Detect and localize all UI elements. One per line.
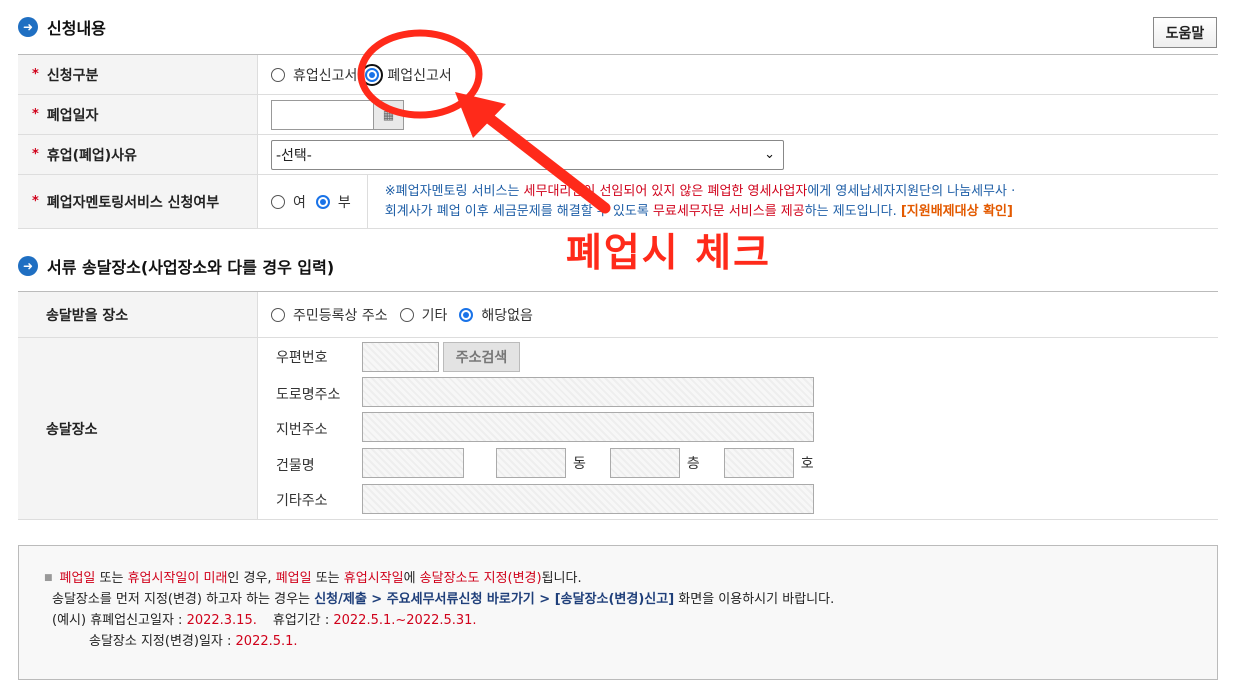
row-mentoring: * 폐업자멘토링서비스 신청여부 여 부 ※폐업자멘토링 서비스는 세무대리인이 … xyxy=(18,175,1218,229)
building-name-input[interactable] xyxy=(362,448,464,478)
road-address-label: 도로명주소 xyxy=(276,387,341,403)
bullet-icon: ■ xyxy=(44,573,53,583)
ho-input[interactable] xyxy=(723,448,794,478)
exclusion-check-link[interactable]: [지원배제대상 확인] xyxy=(901,204,1013,219)
radio-suspension-report[interactable]: 휴업신고서 xyxy=(271,65,357,85)
info-box: ■ 폐업일 또는 휴업시작일이 미래인 경우, 폐업일 또는 휴업시작일에 송달장… xyxy=(18,545,1218,680)
closure-date-input[interactable] xyxy=(271,99,374,130)
application-table: * 신청구분 휴업신고서 폐업신고서 * 폐업일자 ▦ * 휴업(폐업)사유 -선택-… xyxy=(18,54,1218,229)
building-label: 건물명 xyxy=(276,458,315,474)
lot-address-input[interactable] xyxy=(362,412,814,442)
radio-mentoring-no[interactable]: 부 xyxy=(315,192,351,212)
zip-input[interactable] xyxy=(362,342,439,372)
dong-input[interactable] xyxy=(496,448,566,478)
radio-not-applicable[interactable]: 해당없음 xyxy=(459,305,533,325)
floor-input[interactable] xyxy=(609,448,680,478)
zip-label: 우편번호 xyxy=(276,350,328,366)
row-delivery-place: 송달받을 장소 주민등록상 주소 기타 해당없음 xyxy=(18,292,1218,338)
radio-other[interactable]: 기타 xyxy=(399,305,447,325)
required-mark: * xyxy=(32,194,39,209)
required-mark: * xyxy=(32,67,39,82)
calendar-icon[interactable]: ▦ xyxy=(374,99,404,130)
lot-address-label: 지번주소 xyxy=(276,422,328,438)
section-title-delivery: ➜ 서류 송달장소(사업장소와 다를 경우 입력) xyxy=(18,254,334,278)
arrow-right-circle-icon: ➜ xyxy=(18,17,38,37)
row-reason: * 휴업(폐업)사유 -선택- ⌄ xyxy=(18,135,1218,175)
chevron-down-icon: ⌄ xyxy=(764,147,775,162)
etc-address-input[interactable] xyxy=(362,484,814,514)
radio-resident-address[interactable]: 주민등록상 주소 xyxy=(271,305,388,325)
row-closure-date: * 폐업일자 ▦ xyxy=(18,95,1218,135)
row-application-type: * 신청구분 휴업신고서 폐업신고서 xyxy=(18,55,1218,95)
reason-select[interactable]: -선택- ⌄ xyxy=(271,139,784,170)
radio-mentoring-yes[interactable]: 여 xyxy=(271,192,306,212)
etc-address-label: 기타주소 xyxy=(276,493,328,509)
mentoring-notice: ※폐업자멘토링 서비스는 세무대리인이 선임되어 있지 않은 폐업한 영세사업자… xyxy=(384,183,1016,219)
radio-closure-report[interactable]: 폐업신고서 xyxy=(361,63,452,86)
arrow-right-circle-icon: ➜ xyxy=(18,256,38,276)
section-title-application: ➜ 신청내용 xyxy=(18,15,106,39)
road-address-input[interactable] xyxy=(362,377,814,407)
address-search-button[interactable]: 주소검색 xyxy=(443,342,520,372)
help-button[interactable]: 도움말 xyxy=(1153,17,1217,48)
required-mark: * xyxy=(32,107,39,122)
annotation-text: 폐업시 체크 xyxy=(566,231,771,276)
required-mark: * xyxy=(32,147,39,162)
delivery-change-link[interactable]: 신청/제출 > 주요세무서류신청 바로가기 > [송달장소(변경)신고] xyxy=(314,592,674,607)
